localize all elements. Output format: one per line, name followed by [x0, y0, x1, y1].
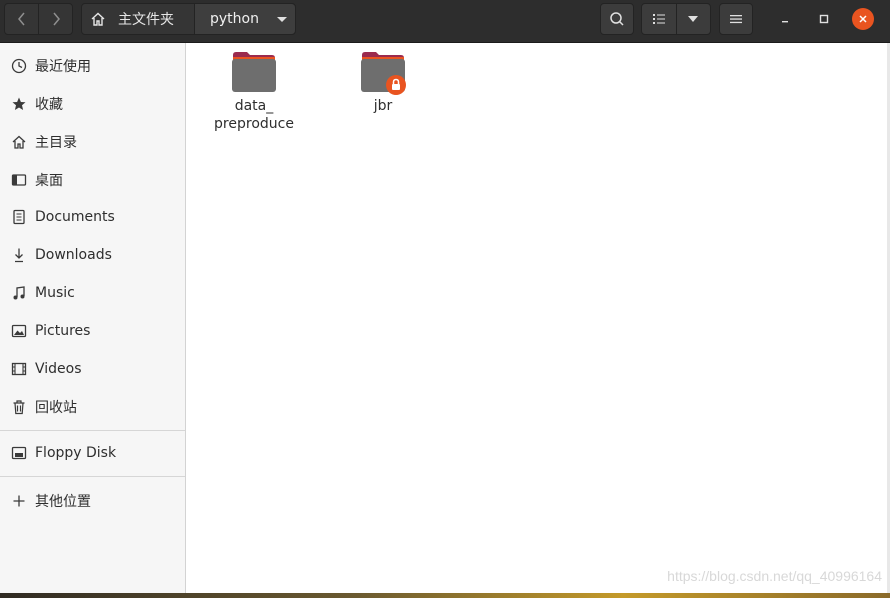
sidebar-item-label: 收藏	[35, 97, 63, 113]
picture-icon	[10, 322, 28, 340]
sidebar-item-label: Music	[35, 285, 75, 301]
hamburger-menu-icon	[730, 15, 742, 24]
disk-icon	[10, 444, 28, 462]
sidebar-item-label: 主目录	[35, 135, 77, 151]
breadcrumb-current-button[interactable]: python	[195, 4, 295, 34]
sidebar-item-label: Floppy Disk	[35, 445, 117, 461]
chevron-left-icon	[17, 12, 25, 26]
list-view-icon	[652, 14, 665, 24]
close-button[interactable]	[852, 8, 874, 30]
dropdown-arrow-icon	[277, 16, 287, 22]
minimize-button[interactable]	[774, 8, 796, 30]
search-icon	[610, 12, 624, 26]
plus-icon	[10, 492, 28, 510]
file-manager-window: 主文件夹 python 最近使用 收藏 主目录 桌面 Documents Dow…	[0, 0, 890, 593]
main-menu-button[interactable]	[719, 3, 753, 35]
sidebar-item-label: Videos	[35, 361, 82, 377]
maximize-button[interactable]	[813, 8, 835, 30]
file-name-line: preproduce	[214, 116, 294, 132]
folder-icon	[360, 51, 406, 95]
clock-icon	[10, 57, 28, 75]
view-options-group	[641, 3, 711, 35]
sidebar-item-floppy-disk[interactable]: Floppy Disk	[0, 435, 185, 471]
sidebar-item-label: Downloads	[35, 247, 112, 263]
sidebar-item-home[interactable]: 主目录	[0, 124, 185, 160]
back-button[interactable]	[5, 4, 39, 34]
video-icon	[10, 360, 28, 378]
file-name-line: jbr	[373, 98, 393, 114]
sidebar-item-label: Documents	[35, 209, 115, 225]
breadcrumb-current-label: python	[210, 11, 259, 27]
search-button[interactable]	[600, 3, 634, 35]
header-bar: 主文件夹 python	[0, 0, 890, 43]
sidebar-separator	[0, 430, 185, 431]
sidebar-item-label: 桌面	[35, 173, 63, 189]
view-menu-button[interactable]	[677, 4, 711, 34]
folder-icon	[231, 51, 277, 93]
lock-icon	[386, 75, 406, 95]
sidebar-item-label: 最近使用	[35, 59, 91, 75]
document-icon	[10, 208, 28, 226]
trash-icon	[10, 398, 28, 416]
dropdown-arrow-icon	[688, 16, 699, 22]
download-icon	[10, 246, 28, 264]
sidebar-separator	[0, 476, 185, 477]
watermark-text: https://blog.csdn.net/qq_40996164	[667, 568, 882, 584]
sidebar-item-label: Pictures	[35, 323, 91, 339]
sidebar-item-videos[interactable]: Videos	[0, 351, 185, 387]
maximize-icon	[819, 14, 829, 24]
sidebar-item-label: 回收站	[35, 400, 77, 416]
minimize-icon	[782, 21, 788, 23]
sidebar-item-recent[interactable]: 最近使用	[0, 48, 185, 84]
breadcrumb-home-label: 主文件夹	[118, 12, 174, 28]
sidebar-item-other-locations[interactable]: 其他位置	[0, 483, 185, 519]
sidebar-item-desktop[interactable]: 桌面	[0, 162, 185, 198]
sidebar-item-music[interactable]: Music	[0, 275, 185, 311]
navigation-buttons	[4, 3, 73, 35]
sidebar-item-trash[interactable]: 回收站	[0, 389, 185, 425]
forward-button[interactable]	[39, 4, 72, 34]
star-icon	[10, 95, 28, 113]
close-icon	[859, 15, 867, 23]
path-bar: 主文件夹 python	[81, 3, 296, 35]
list-view-button[interactable]	[642, 4, 677, 34]
desktop-icon	[10, 171, 28, 189]
sidebar-item-pictures[interactable]: Pictures	[0, 313, 185, 349]
sidebar-item-documents[interactable]: Documents	[0, 199, 185, 235]
music-icon	[10, 284, 28, 302]
home-icon	[10, 133, 28, 151]
folder-item[interactable]: data_ preproduce	[209, 43, 299, 133]
sidebar-item-downloads[interactable]: Downloads	[0, 237, 185, 273]
breadcrumb-home-button[interactable]: 主文件夹	[82, 4, 195, 34]
sidebar: 最近使用 收藏 主目录 桌面 Documents Downloads Music	[0, 43, 186, 593]
sidebar-item-label: 其他位置	[35, 494, 91, 510]
desktop-background	[0, 593, 890, 598]
file-name-line: data_	[234, 98, 274, 114]
folder-item[interactable]: jbr	[338, 43, 428, 115]
file-view: data_ preproduce jbr https://blog.csdn.n…	[186, 43, 890, 593]
sidebar-item-starred[interactable]: 收藏	[0, 86, 185, 122]
home-icon	[91, 12, 105, 26]
chevron-right-icon	[52, 12, 60, 26]
